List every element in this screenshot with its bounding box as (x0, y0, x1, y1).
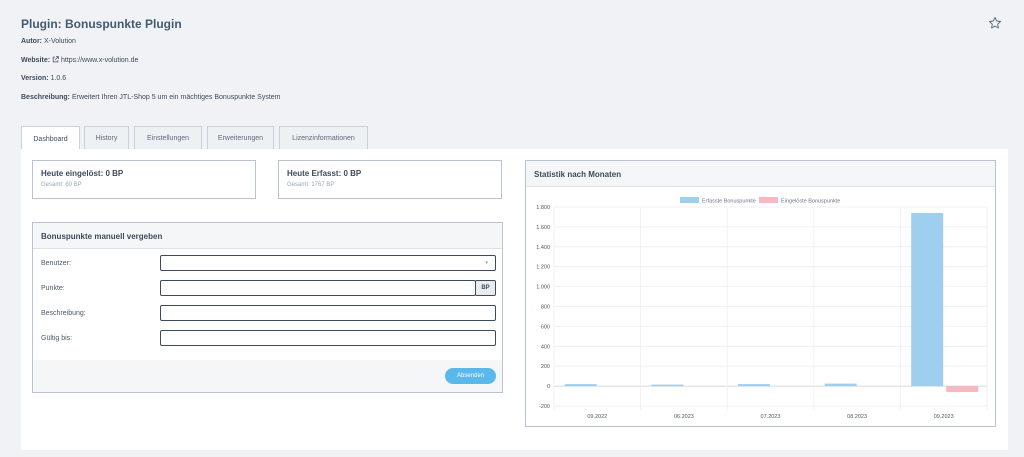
legend-label: Eingelöste Bonuspunkte (781, 199, 840, 205)
manual-points-footer: Absenden (33, 360, 502, 392)
submit-button[interactable]: Absenden (445, 368, 496, 384)
y-tick-label: 1.200 (536, 265, 550, 271)
y-tick-label: 1.400 (536, 245, 550, 251)
description-input[interactable] (160, 305, 496, 321)
author-label: Autor: (21, 38, 42, 45)
tab-history[interactable]: History (84, 126, 129, 150)
earned-today: Heute Erfasst: 0 BP (287, 169, 362, 178)
x-tick-label: 06.2023 (674, 414, 694, 420)
description-value: Erweitert Ihren JTL-Shop 5 um ein mächti… (71, 94, 281, 101)
page-title: Plugin: Bonuspunkte Plugin (21, 17, 182, 31)
y-tick-label: 0 (547, 384, 550, 390)
tab-license-info[interactable]: Lizenzinformationen (279, 126, 368, 150)
bar (651, 384, 684, 387)
y-tick-label: 800 (541, 305, 550, 311)
manual-points-title: Bonuspunkte manuell vergeben (33, 223, 502, 249)
y-tick-label: 600 (541, 324, 550, 330)
description-line: Beschreibung: Erweitert Ihren JTL-Shop 5… (21, 94, 281, 101)
y-tick-label: 1.600 (536, 225, 550, 231)
x-tick-label: 07.2023 (761, 414, 781, 420)
redeemed-stat-card: Heute eingelöst: 0 BP Gesamt: 60 BP (32, 160, 256, 199)
website-label: Website: (21, 57, 51, 64)
y-tick-label: 1.000 (536, 285, 550, 291)
bar (738, 384, 770, 387)
x-tick-label: 09.2022 (587, 414, 607, 420)
website-link[interactable]: https://www.x-volution.de (61, 57, 138, 64)
monthly-bar-chart: Erfasste Bonuspunkte Eingelöste Bonuspunk… (536, 197, 988, 420)
chart-card: Statistik nach Monaten Erfasste Bonuspun… (525, 160, 996, 427)
y-tick-label: -200 (539, 404, 550, 410)
external-link-icon (52, 56, 59, 63)
legend-label: Erfasste Bonuspunkte (702, 199, 756, 205)
manual-points-card: Bonuspunkte manuell vergeben Benutzer: ▾… (32, 222, 503, 393)
chevron-down-icon: ▾ (485, 260, 488, 266)
dashboard-panel: Heute eingelöst: 0 BP Gesamt: 60 BP Heut… (21, 149, 1008, 450)
tab-extensions[interactable]: Erweiterungen (207, 126, 274, 150)
valid-until-input[interactable] (160, 330, 496, 346)
legend-swatch (680, 197, 699, 203)
legend-swatch (759, 197, 778, 203)
description-field-label: Beschreibung: (41, 310, 86, 317)
y-tick-label: 400 (541, 344, 550, 350)
bar (911, 212, 944, 387)
author-value: X-Volution (43, 38, 76, 45)
website-line: Website: https://www.x-volution.de (21, 56, 138, 64)
author-line: Autor: X-Volution (21, 38, 76, 45)
chart-card-title: Statistik nach Monaten (526, 161, 995, 187)
y-tick-label: 200 (541, 364, 550, 370)
version-line: Version: 1.0.6 (21, 75, 66, 82)
user-label: Benutzer: (41, 260, 71, 267)
x-tick-label: 09.2023 (934, 414, 954, 420)
redeemed-total: Gesamt: 60 BP (41, 182, 82, 188)
valid-until-label: Gültig bis: (41, 335, 73, 342)
version-label: Version: (21, 75, 49, 82)
bar (824, 383, 857, 387)
earned-total: Gesamt: 1767 BP (287, 182, 335, 188)
points-unit-addon: BP (475, 280, 496, 296)
x-tick-label: 08.2023 (847, 414, 867, 420)
y-tick-label: 1.800 (536, 205, 550, 211)
tab-dashboard[interactable]: Dashboard (21, 126, 80, 151)
description-label: Beschreibung: (21, 94, 71, 101)
redeemed-today: Heute eingelöst: 0 BP (41, 169, 124, 178)
bar (946, 386, 979, 393)
tab-settings[interactable]: Einstellungen (134, 126, 202, 150)
earned-stat-card: Heute Erfasst: 0 BP Gesamt: 1767 BP (278, 160, 502, 199)
star-icon[interactable] (988, 16, 1002, 30)
points-label: Punkte: (41, 285, 65, 292)
version-value: 1.0.6 (50, 75, 67, 82)
bar (564, 384, 597, 387)
points-input[interactable] (160, 280, 476, 296)
user-select[interactable]: ▾ (160, 255, 496, 271)
